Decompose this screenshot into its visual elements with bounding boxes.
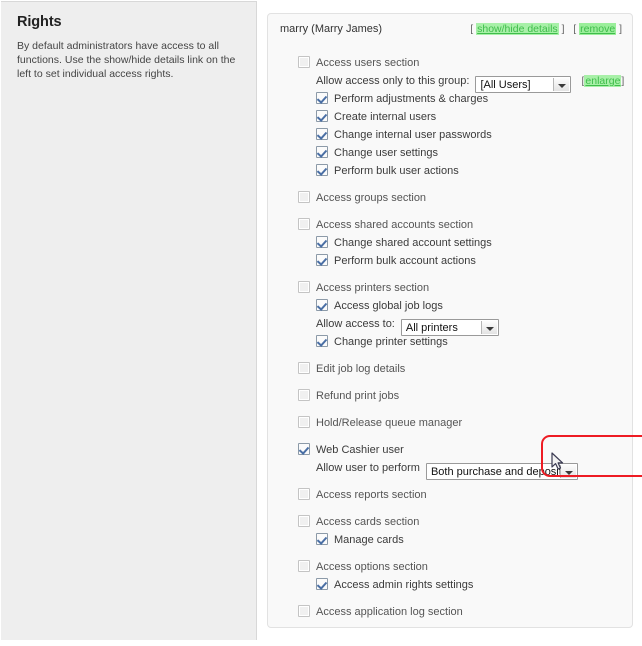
web-cashier-user-checkbox[interactable] [298,443,310,455]
change-shared-account-settings-checkbox[interactable] [316,236,328,248]
perform-bulk-user-actions-label[interactable]: Perform bulk user actions [334,165,459,177]
rights-row-access-application-log-section: Access application log section [268,603,632,621]
perform-bulk-account-actions-label[interactable]: Perform bulk account actions [334,255,476,267]
rights-row-hold-release-queue-manager: Hold/Release queue manager [268,414,632,432]
change-internal-user-passwords-label[interactable]: Change internal user passwords [334,129,492,141]
perform-bulk-account-actions-checkbox[interactable] [316,254,328,266]
access-cards-section-label[interactable]: Access cards section [316,516,419,528]
access-cards-section-checkbox[interactable] [298,515,310,527]
allow-user-to-perform-label: Allow user to perform [316,462,420,474]
access-reports-section-label[interactable]: Access reports section [316,489,427,501]
left-panel-inner: Rights By default administrators have ac… [1,2,256,81]
rights-row-edit-job-log-details: Edit job log details [268,360,632,378]
bracket-close-2: ] [619,23,622,35]
change-printer-settings-label[interactable]: Change printer settings [334,336,448,348]
rights-row-change-user-settings: Change user settings [268,144,632,162]
access-printers-section-label[interactable]: Access printers section [316,282,429,294]
allow-user-to-perform-select[interactable]: Both purchase and deposit [425,463,578,480]
access-global-job-logs-checkbox[interactable] [316,299,328,311]
show-hide-details-link[interactable]: show/hide details [476,23,559,35]
access-shared-accounts-section-label[interactable]: Access shared accounts section [316,219,473,231]
change-user-settings-label[interactable]: Change user settings [334,147,438,159]
enlarge-bracket-close: ] [621,75,625,87]
left-info-panel: Rights By default administrators have ac… [1,1,257,640]
hold-release-queue-manager-checkbox[interactable] [298,416,310,428]
access-users-section-checkbox[interactable] [298,56,310,68]
rights-row-change-shared-account-settings: Change shared account settings [268,234,632,252]
change-internal-user-passwords-checkbox[interactable] [316,128,328,140]
access-application-log-section-checkbox[interactable] [298,605,310,617]
manage-cards-checkbox[interactable] [316,533,328,545]
rights-row-create-internal-users: Create internal users [268,108,632,126]
allow-access-group-label: Allow access only to this group: [316,75,470,87]
allow-user-to-perform-select-value: Both purchase and deposit [430,466,562,478]
rights-row-access-shared-accounts-section: Access shared accounts section [268,216,632,234]
create-internal-users-checkbox[interactable] [316,110,328,122]
rights-row-allow-access-to-printers: Allow access to: All printers [268,315,632,336]
access-global-job-logs-label[interactable]: Access global job logs [334,300,443,312]
access-users-section-label[interactable]: Access users section [316,57,419,69]
perform-adjustments-charges-checkbox[interactable] [316,92,328,104]
perform-bulk-user-actions-checkbox[interactable] [316,164,328,176]
card-header: marry (Marry James) [ show/hide details … [278,23,622,45]
user-rights-card: marry (Marry James) [ show/hide details … [267,13,633,628]
chevron-down-icon[interactable] [559,465,576,478]
manage-cards-label[interactable]: Manage cards [334,534,404,546]
rights-row-access-admin-rights-settings: Access admin rights settings [268,576,632,594]
access-groups-section-label[interactable]: Access groups section [316,192,426,204]
allow-access-to-printers-label: Allow access to: [316,318,395,330]
access-reports-section-checkbox[interactable] [298,488,310,500]
bracket-open-2: [ [573,23,577,35]
rights-row-web-cashier-user: Web Cashier user [268,441,632,459]
rights-row-access-groups-section: Access groups section [268,189,632,207]
user-name-label: marry (Marry James) [280,23,383,35]
rights-row-access-users-section: Access users section [268,54,632,72]
panel-description: By default administrators have access to… [17,40,236,80]
page-title: Rights [17,14,62,30]
rights-row-access-printers-section: Access printers section [268,279,632,297]
web-cashier-user-label[interactable]: Web Cashier user [316,444,404,456]
access-shared-accounts-section-checkbox[interactable] [298,218,310,230]
hold-release-queue-manager-label[interactable]: Hold/Release queue manager [316,417,462,429]
change-shared-account-settings-label[interactable]: Change shared account settings [334,237,492,249]
access-admin-rights-settings-checkbox[interactable] [316,578,328,590]
remove-link[interactable]: remove [579,23,617,35]
bracket-open: [ [470,23,474,35]
access-options-section-label[interactable]: Access options section [316,561,428,573]
rights-row-access-cards-section: Access cards section [268,513,632,531]
edit-job-log-details-label[interactable]: Edit job log details [316,363,405,375]
perform-adjustments-charges-label[interactable]: Perform adjustments & charges [334,93,488,105]
change-user-settings-checkbox[interactable] [316,146,328,158]
rights-page: Rights By default administrators have ac… [0,0,642,646]
access-printers-section-checkbox[interactable] [298,281,310,293]
access-admin-rights-settings-label[interactable]: Access admin rights settings [334,579,473,591]
rights-row-access-reports-section: Access reports section [268,486,632,504]
rights-row-access-global-job-logs: Access global job logs [268,297,632,315]
bracket-close: ] [561,23,565,35]
rights-row-allow-access-group: Allow access only to this group: [All Use… [268,72,632,93]
right-content-panel: marry (Marry James) [ show/hide details … [258,0,642,646]
rights-row-perform-bulk-account-actions: Perform bulk account actions [268,252,632,270]
rights-row-refund-print-jobs: Refund print jobs [268,387,632,405]
rights-row-access-options-section: Access options section [268,558,632,576]
rights-row-manage-cards: Manage cards [268,531,632,549]
access-options-section-checkbox[interactable] [298,560,310,572]
card-header-links: [ show/hide details ] [ remove ] [470,23,622,35]
rights-row-change-internal-user-passwords: Change internal user passwords [268,126,632,144]
rights-row-allow-user-to-perform: Allow user to perform Both purchase and d… [268,459,632,480]
edit-job-log-details-checkbox[interactable] [298,362,310,374]
rights-row-perform-adjustments-charges: Perform adjustments & charges [268,90,632,108]
rights-list: Access users section Allow access only to… [268,54,632,621]
refund-print-jobs-label[interactable]: Refund print jobs [316,390,399,402]
create-internal-users-label[interactable]: Create internal users [334,111,436,123]
access-groups-section-checkbox[interactable] [298,191,310,203]
allow-access-group-enlarge-wrap: [enlarge] [581,75,624,87]
change-printer-settings-checkbox[interactable] [316,335,328,347]
refund-print-jobs-checkbox[interactable] [298,389,310,401]
enlarge-link[interactable]: enlarge [584,75,622,87]
rights-row-change-printer-settings: Change printer settings [268,333,632,351]
access-application-log-section-label[interactable]: Access application log section [316,606,463,618]
rights-row-perform-bulk-user-actions: Perform bulk user actions [268,162,632,180]
